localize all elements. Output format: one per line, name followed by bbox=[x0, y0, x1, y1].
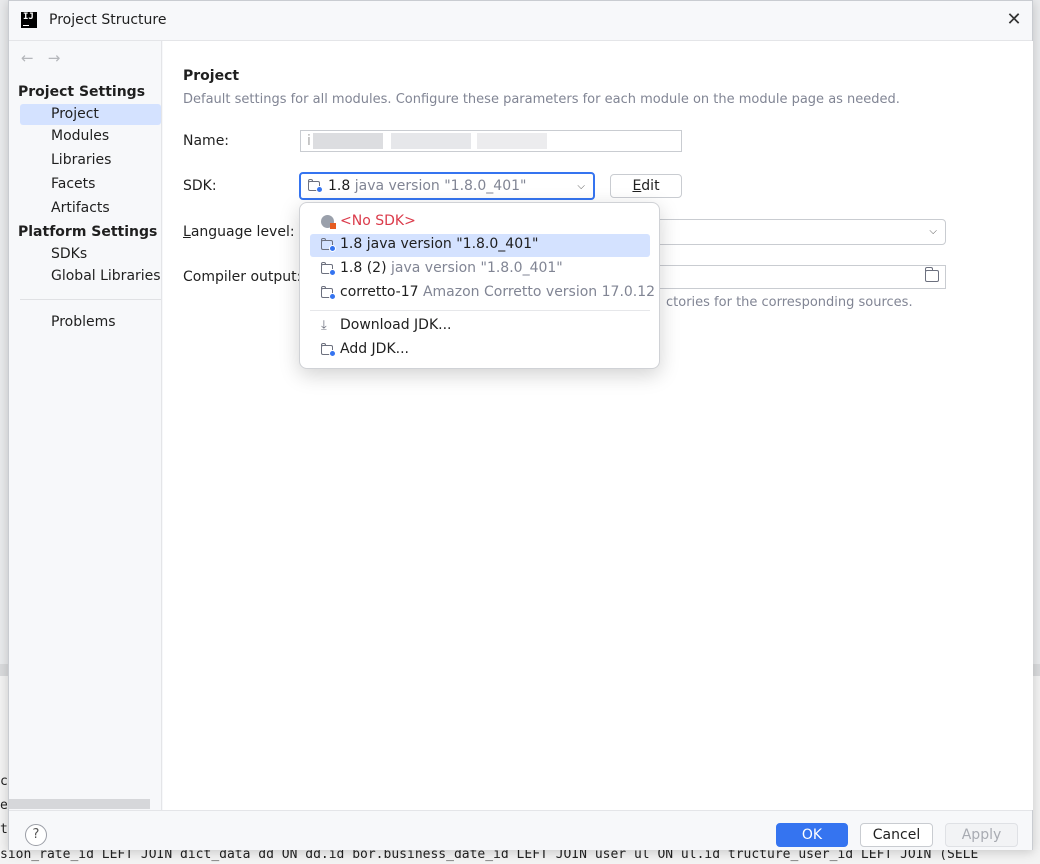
language-level-label: Language level: bbox=[183, 224, 295, 240]
project-name-input[interactable]: i bbox=[300, 130, 682, 152]
sidebar-item-global-libraries[interactable]: Global Libraries bbox=[20, 266, 161, 287]
history-navigation: ← → bbox=[21, 49, 70, 67]
project-structure-dialog: IJ Project Structure ✕ ← → Project Setti… bbox=[8, 0, 1033, 850]
action-label: Download JDK... bbox=[340, 317, 452, 333]
sdk-option-1-8[interactable]: 1.8 java version "1.8.0_401" bbox=[310, 234, 650, 257]
sdk-option-label: corretto-17 Amazon Corretto version 17.0… bbox=[340, 284, 656, 300]
download-icon: ⤓ bbox=[321, 318, 327, 333]
jdk-folder-icon bbox=[321, 262, 336, 276]
browse-folder-icon[interactable] bbox=[925, 267, 939, 282]
forward-arrow-icon[interactable]: → bbox=[48, 49, 70, 67]
jdk-folder-icon bbox=[308, 179, 323, 193]
sidebar-item-libraries[interactable]: Libraries bbox=[20, 150, 161, 171]
popup-divider bbox=[310, 310, 650, 311]
sidebar-item-problems[interactable]: Problems bbox=[20, 312, 161, 333]
project-settings-header: Project Settings bbox=[18, 84, 146, 100]
redacted-region bbox=[477, 133, 547, 149]
close-button[interactable]: ✕ bbox=[1004, 10, 1024, 30]
background-gutter-char: e bbox=[0, 798, 8, 813]
add-jdk-action[interactable]: Add JDK... bbox=[310, 339, 650, 362]
sidebar-divider bbox=[20, 299, 161, 300]
settings-sidebar: ← → Project Settings Project Modules Lib… bbox=[9, 41, 162, 810]
apply-button[interactable]: Apply bbox=[945, 823, 1018, 847]
intellij-logo-icon: IJ bbox=[21, 12, 37, 28]
window-title: Project Structure bbox=[49, 12, 167, 28]
sidebar-item-artifacts[interactable]: Artifacts bbox=[20, 198, 161, 219]
page-description: Default settings for all modules. Config… bbox=[183, 92, 900, 107]
title-bar: IJ Project Structure ✕ bbox=[9, 1, 1032, 41]
name-label: Name: bbox=[183, 133, 230, 149]
jdk-folder-icon bbox=[321, 343, 336, 357]
back-arrow-icon[interactable]: ← bbox=[21, 49, 43, 67]
sdk-option-label: 1.8 (2) java version "1.8.0_401" bbox=[340, 260, 563, 276]
project-settings-panel: Project Default settings for all modules… bbox=[163, 41, 1033, 810]
sdk-option-label: 1.8 java version "1.8.0_401" bbox=[340, 236, 539, 252]
background-gutter-char: c bbox=[0, 774, 8, 789]
sdk-combobox[interactable]: 1.8 java version "1.8.0_401" ⌵ bbox=[299, 172, 595, 200]
chevron-down-icon: ⌵ bbox=[929, 226, 937, 237]
language-level-combobox[interactable]: ⌵ bbox=[653, 219, 946, 245]
redacted-region bbox=[391, 133, 471, 149]
sidebar-horizontal-scrollbar[interactable] bbox=[9, 799, 150, 809]
action-label: Add JDK... bbox=[340, 341, 409, 357]
sdk-option-label: <No SDK> bbox=[340, 213, 416, 229]
compiler-output-label: Compiler output: bbox=[183, 269, 302, 285]
sdk-dropdown-popup: <No SDK> 1.8 java version "1.8.0_401" 1.… bbox=[299, 202, 660, 369]
edit-sdk-button[interactable]: Edit bbox=[610, 174, 682, 198]
compiler-output-hint: ctories for the corresponding sources. bbox=[666, 295, 913, 310]
cancel-button[interactable]: Cancel bbox=[860, 823, 933, 847]
sdk-label: SDK: bbox=[183, 178, 217, 194]
sdk-option-corretto-17[interactable]: corretto-17 Amazon Corretto version 17.0… bbox=[310, 282, 655, 305]
jdk-folder-icon bbox=[321, 286, 336, 300]
sidebar-item-sdks[interactable]: SDKs bbox=[20, 244, 161, 265]
sdk-selected-value: 1.8 java version "1.8.0_401" bbox=[328, 178, 527, 194]
chevron-down-icon: ⌵ bbox=[577, 181, 585, 192]
platform-settings-header: Platform Settings bbox=[18, 224, 158, 240]
ok-button[interactable]: OK bbox=[776, 823, 848, 847]
help-button[interactable]: ? bbox=[25, 824, 47, 846]
page-title: Project bbox=[183, 68, 240, 84]
sidebar-item-facets[interactable]: Facets bbox=[20, 174, 161, 195]
download-jdk-action[interactable]: ⤓ Download JDK... bbox=[310, 315, 650, 338]
sidebar-item-project[interactable]: Project bbox=[20, 104, 161, 125]
sdk-option-1-8-2[interactable]: 1.8 (2) java version "1.8.0_401" bbox=[310, 258, 650, 281]
dialog-footer: ? OK Cancel Apply bbox=[9, 810, 1032, 850]
redacted-region bbox=[313, 133, 383, 149]
jdk-folder-icon bbox=[321, 238, 336, 252]
globe-icon bbox=[321, 215, 336, 229]
compiler-output-input[interactable] bbox=[653, 265, 946, 289]
sdk-option-no-sdk[interactable]: <No SDK> bbox=[310, 211, 650, 234]
background-gutter-char: t bbox=[0, 822, 8, 837]
project-name-value: i bbox=[307, 133, 311, 149]
sidebar-item-modules[interactable]: Modules bbox=[20, 126, 161, 147]
